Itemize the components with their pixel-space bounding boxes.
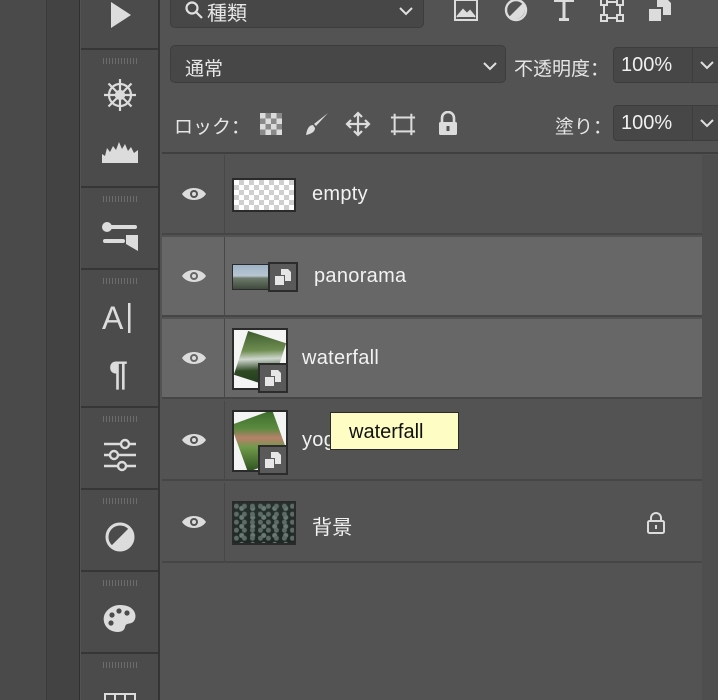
- smart-object-badge: [258, 363, 288, 393]
- grip-handle[interactable]: [103, 580, 137, 586]
- layer-lock-icon[interactable]: [646, 511, 666, 535]
- image-filter-icon[interactable]: [452, 0, 480, 24]
- layer-row-background[interactable]: 背景: [162, 483, 702, 563]
- layers-panel: 種類 通常 不透明度： 100% ロック： 塗り： 100% empty pan…: [162, 0, 718, 700]
- adjustment-filter-icon[interactable]: [502, 0, 530, 24]
- fill-label: 塗り：: [555, 117, 613, 138]
- layer-thumbnail[interactable]: [232, 178, 296, 212]
- left-edge: [0, 0, 46, 700]
- layer-row-panorama[interactable]: panorama: [162, 237, 702, 317]
- play-icon[interactable]: [99, 0, 141, 36]
- column-divider: [224, 319, 225, 399]
- opacity-label: 不透明度：: [514, 59, 610, 80]
- smart-object-icon: [265, 452, 281, 468]
- eye-icon[interactable]: [180, 429, 208, 451]
- layer-thumbnail[interactable]: [232, 264, 270, 290]
- chevron-down-icon: [399, 3, 413, 21]
- kind-filter-label: 種類: [207, 3, 247, 25]
- grip-handle[interactable]: [103, 58, 137, 64]
- chevron-down-icon: [699, 118, 714, 127]
- dock-group-swatches: [81, 572, 158, 654]
- dock-divider[interactable]: [46, 0, 80, 700]
- blend-mode-label: 通常: [185, 59, 224, 80]
- fill-field[interactable]: 100%: [613, 105, 693, 141]
- dock-group-tools: [81, 50, 158, 188]
- dock-group-adjustments: [81, 408, 158, 490]
- chevron-down-icon: [483, 58, 497, 76]
- kind-filter-select[interactable]: 種類: [170, 0, 424, 28]
- smart-object-filter-icon[interactable]: [646, 0, 674, 24]
- blend-mode-select[interactable]: 通常: [170, 45, 506, 83]
- lock-position-icon[interactable]: [345, 111, 371, 137]
- brush-preset-icon[interactable]: [99, 74, 141, 116]
- swatches-icon[interactable]: [99, 598, 141, 640]
- layer-thumbnail[interactable]: [232, 501, 296, 545]
- column-divider: [224, 483, 225, 563]
- lock-label: ロック：: [174, 117, 251, 138]
- lock-image-pixels-icon[interactable]: [304, 111, 330, 137]
- styles-icon[interactable]: [99, 516, 141, 558]
- column-divider: [224, 237, 225, 317]
- character-icon[interactable]: A: [99, 296, 141, 338]
- eye-icon[interactable]: [180, 347, 208, 369]
- adjustments-icon[interactable]: [99, 434, 141, 476]
- column-divider: [224, 155, 225, 235]
- smart-object-badge: [258, 445, 288, 475]
- grip-handle[interactable]: [103, 278, 137, 284]
- layer-row-empty[interactable]: empty: [162, 155, 702, 235]
- grid-icon[interactable]: [99, 682, 141, 700]
- type-filter-icon[interactable]: [550, 0, 578, 24]
- layer-row-waterfall[interactable]: waterfall: [162, 319, 702, 399]
- dock-group-actions: [81, 0, 158, 50]
- panel-scrollbar[interactable]: [702, 155, 718, 700]
- opacity-dropdown[interactable]: [693, 47, 718, 83]
- eye-icon[interactable]: [180, 511, 208, 533]
- panel-dock: A ¶: [81, 0, 160, 700]
- svg-text:¶: ¶: [109, 355, 128, 391]
- lock-all-icon[interactable]: [435, 111, 461, 137]
- properties-icon[interactable]: [99, 214, 141, 256]
- opacity-field[interactable]: 100%: [613, 47, 693, 83]
- smart-object-badge: [268, 262, 298, 292]
- dock-group-styles: [81, 490, 158, 572]
- histogram-icon[interactable]: [99, 130, 141, 172]
- grip-handle[interactable]: [103, 196, 137, 202]
- column-divider: [224, 401, 225, 481]
- grip-handle[interactable]: [103, 416, 137, 422]
- layer-name[interactable]: 背景: [312, 511, 353, 540]
- layer-name[interactable]: empty: [312, 183, 368, 206]
- layer-name[interactable]: panorama: [314, 265, 406, 288]
- search-icon: [185, 1, 203, 24]
- panel-separator: [162, 152, 718, 154]
- fill-dropdown[interactable]: [693, 105, 718, 141]
- layer-name[interactable]: waterfall: [302, 347, 379, 370]
- svg-text:A: A: [102, 300, 124, 335]
- grip-handle[interactable]: [103, 498, 137, 504]
- paragraph-icon[interactable]: ¶: [99, 352, 141, 394]
- shape-filter-icon[interactable]: [598, 0, 626, 24]
- lock-artboard-icon[interactable]: [390, 111, 416, 137]
- dock-group-type: A ¶: [81, 270, 158, 408]
- layer-name-tooltip: waterfall: [330, 412, 459, 450]
- lock-row: ロック： 塗り： 100%: [162, 100, 718, 146]
- filter-row: 種類: [162, 0, 718, 36]
- chevron-down-icon: [699, 60, 714, 69]
- grip-handle[interactable]: [103, 662, 137, 668]
- eye-icon[interactable]: [180, 183, 208, 205]
- eye-icon[interactable]: [180, 265, 208, 287]
- dock-group-properties: [81, 188, 158, 270]
- smart-object-icon: [265, 370, 281, 386]
- smart-object-icon: [275, 269, 291, 285]
- dock-group-grid: [81, 654, 158, 700]
- lock-transparent-pixels-icon[interactable]: [258, 111, 284, 137]
